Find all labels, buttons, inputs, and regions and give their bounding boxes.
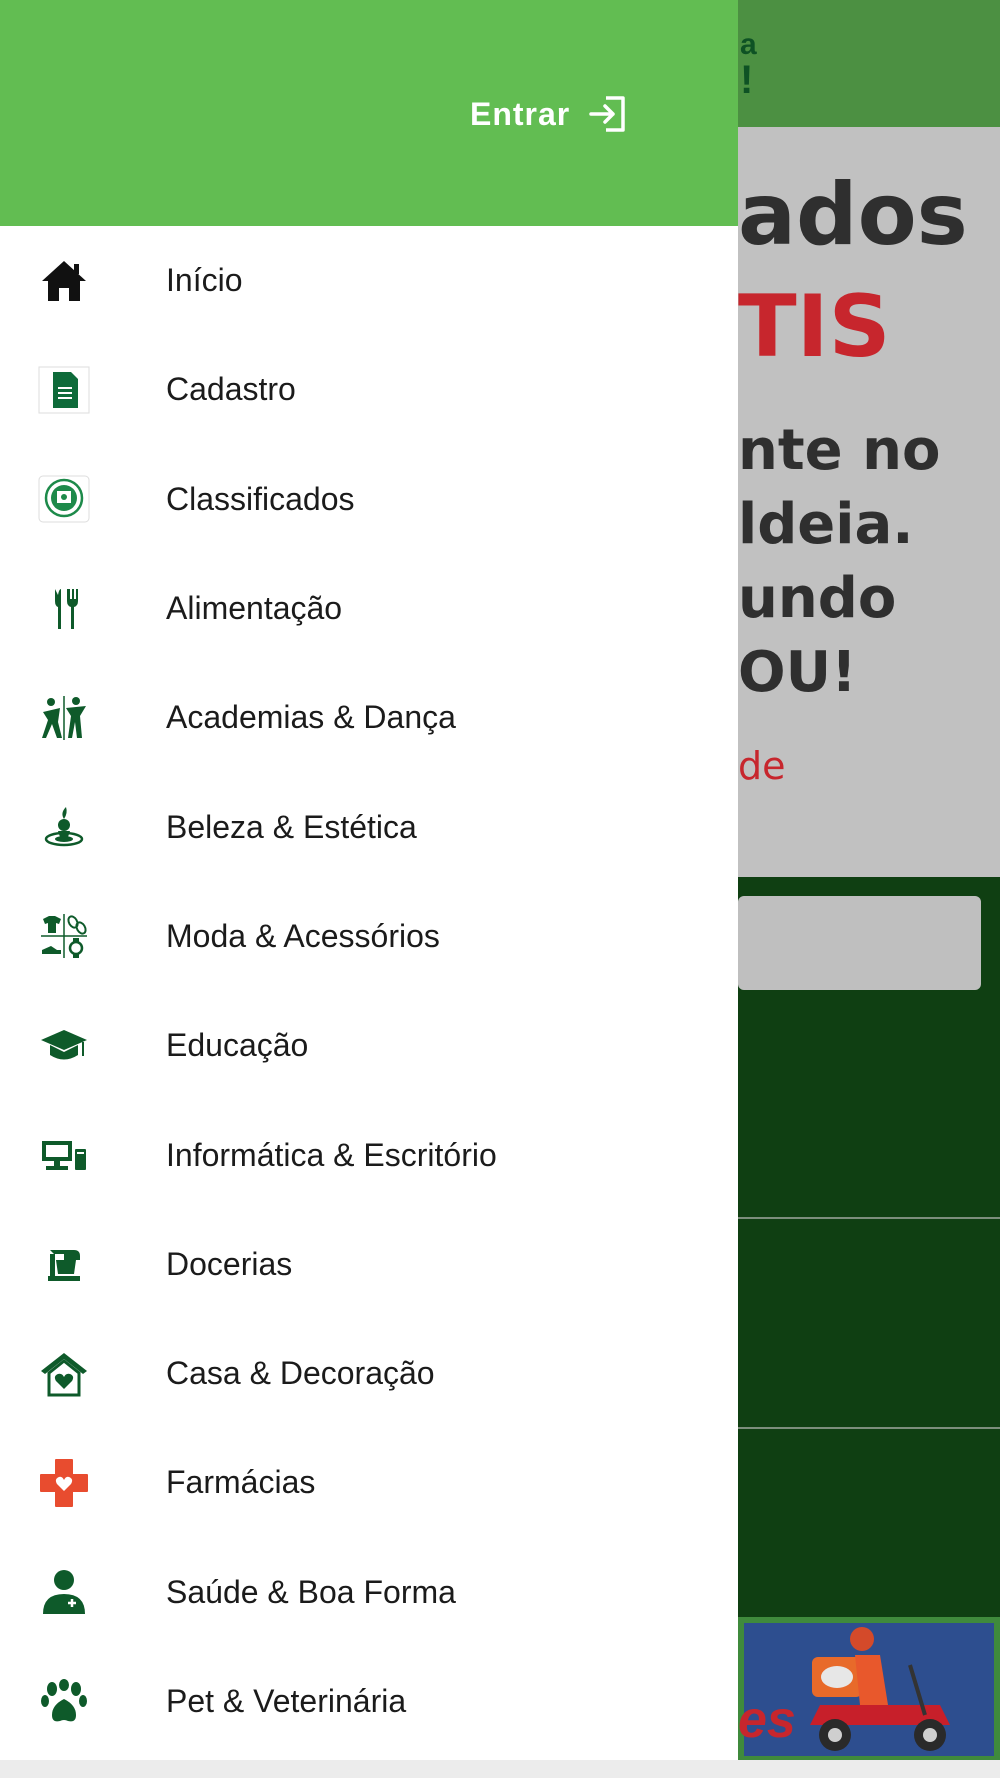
menu-item-label: Beleza & Estética — [166, 808, 417, 845]
menu-item-label: Classificados — [166, 480, 355, 517]
menu-item-label: Saúde & Boa Forma — [166, 1573, 456, 1610]
house-heart-icon — [38, 1348, 90, 1400]
banner-text: es — [738, 1691, 796, 1749]
menu-item-inicio[interactable]: Início — [0, 226, 738, 335]
menu-item-beleza[interactable]: Beleza & Estética — [0, 772, 738, 881]
banner-text: TIS — [738, 277, 891, 377]
login-arrow-icon — [589, 96, 625, 132]
menu-item-label: Educação — [166, 1027, 309, 1064]
menu-item-saude[interactable]: Saúde & Boa Forma — [0, 1538, 738, 1647]
paw-icon — [38, 1676, 90, 1728]
menu-item-cadastro[interactable]: Cadastro — [0, 335, 738, 444]
doctor-icon — [38, 1566, 90, 1618]
background-header-text: a — [740, 28, 757, 61]
banner-text: ados — [738, 165, 968, 265]
mixer-icon — [38, 1238, 90, 1290]
background-search-field — [738, 896, 981, 990]
computer-icon — [38, 1129, 90, 1181]
menu-item-label: Casa & Decoração — [166, 1355, 435, 1392]
login-label: Entrar — [470, 95, 571, 132]
menu-item-label: Informática & Escritório — [166, 1136, 497, 1173]
background-header-text: ! — [740, 58, 754, 102]
menu-item-label: Início — [166, 262, 243, 299]
divider — [738, 1217, 1000, 1219]
scooter-delivery-icon — [810, 1627, 950, 1751]
fork-knife-icon — [38, 583, 90, 635]
menu-item-label: Pet & Veterinária — [166, 1683, 407, 1719]
login-button[interactable]: Entrar — [470, 92, 628, 136]
menu-item-label: Docerias — [166, 1245, 293, 1282]
menu-item-moda[interactable]: Moda & Acessórios — [0, 882, 738, 991]
beauty-spa-icon — [38, 801, 90, 853]
menu-item-classificados[interactable]: Classificados — [0, 445, 738, 554]
fashion-icon — [38, 910, 90, 962]
banner-text: undo — [738, 566, 897, 631]
menu-item-pet[interactable]: Pet & Veterinária — [0, 1647, 738, 1756]
menu-item-label: Cadastro — [166, 371, 296, 408]
divider — [738, 1427, 1000, 1429]
banner-text: de — [738, 744, 786, 788]
menu-item-label: Farmácias — [166, 1464, 316, 1501]
banner-text: nte no — [738, 418, 941, 483]
graduation-cap-icon — [38, 1020, 90, 1072]
menu-item-label: Academias & Dança — [166, 699, 456, 736]
drawer-menu: Início Cadastro Classificados Alimentaçã… — [0, 226, 738, 1756]
form-sheet-icon — [38, 364, 90, 416]
menu-item-educacao[interactable]: Educação — [0, 991, 738, 1100]
menu-item-label: Moda & Acessórios — [166, 917, 440, 954]
menu-item-farmacias[interactable]: Farmácias — [0, 1428, 738, 1537]
banner-text: ldeia. — [738, 492, 914, 557]
gym-dance-icon — [38, 692, 90, 744]
menu-item-casa[interactable]: Casa & Decoração — [0, 1319, 738, 1428]
home-icon — [38, 255, 90, 307]
banner-text: OU! — [738, 640, 857, 705]
menu-item-informatica[interactable]: Informática & Escritório — [0, 1100, 738, 1209]
pharmacy-cross-icon — [38, 1457, 90, 1509]
classifieds-chat-icon — [38, 473, 90, 525]
menu-item-docerias[interactable]: Docerias — [0, 1210, 738, 1319]
navigation-drawer: Entrar Início Cadastro Classificados Ali… — [0, 0, 738, 1760]
menu-item-alimentacao[interactable]: Alimentação — [0, 554, 738, 663]
drawer-header: Entrar — [0, 0, 738, 226]
navigation-bar-area — [0, 1760, 1000, 1778]
menu-item-label: Alimentação — [166, 590, 343, 627]
menu-item-academias[interactable]: Academias & Dança — [0, 663, 738, 772]
